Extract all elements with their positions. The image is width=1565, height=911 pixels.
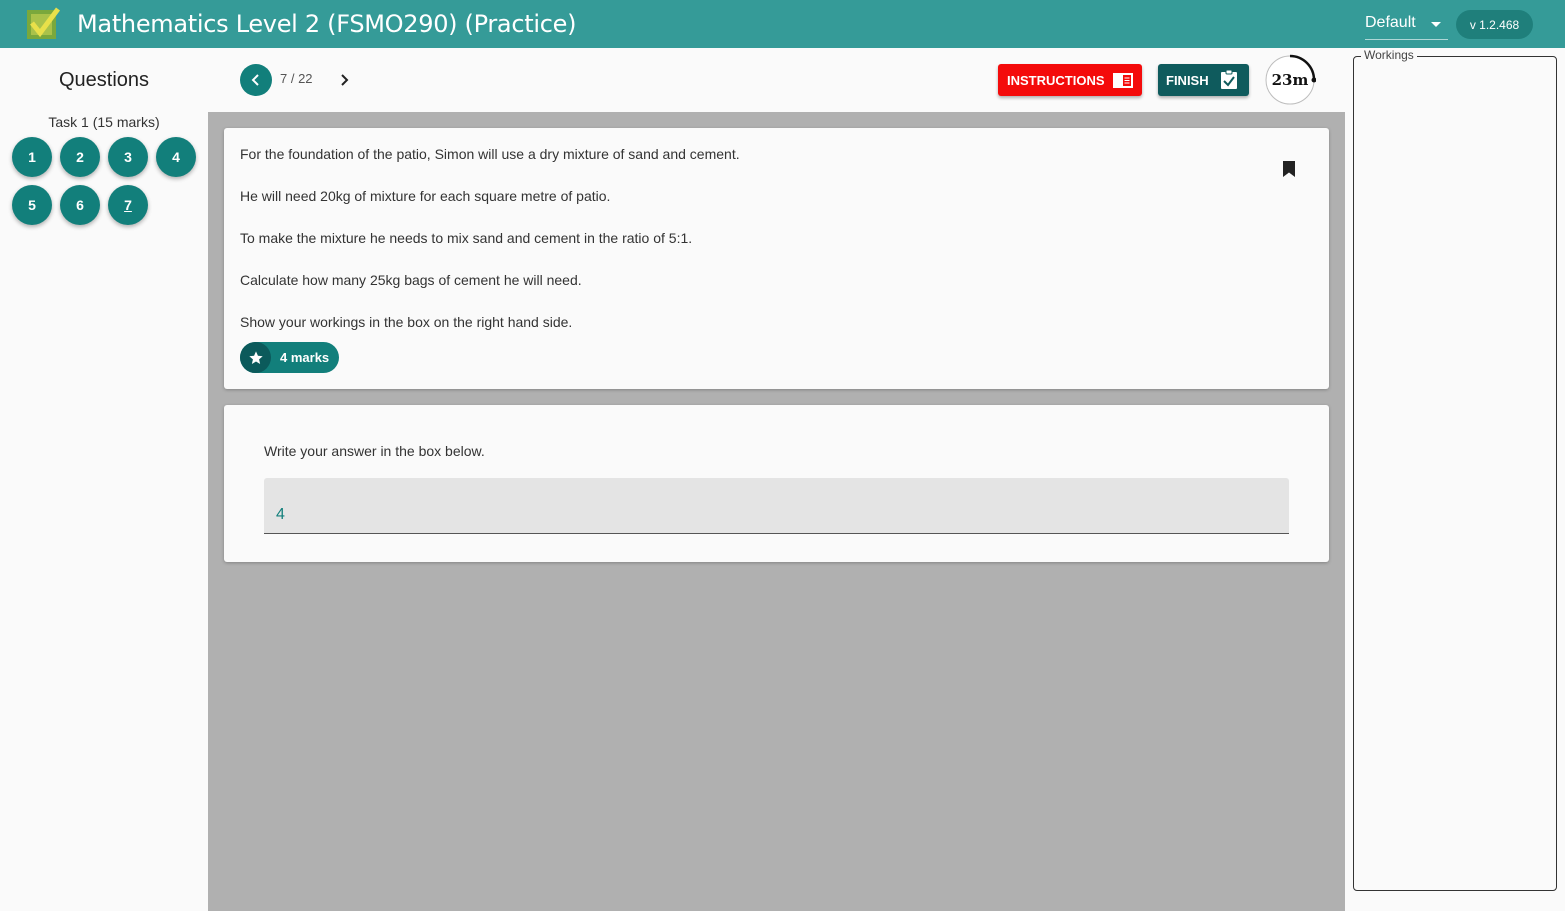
checkmark-logo-icon	[27, 7, 60, 39]
caret-down-icon	[1431, 22, 1441, 27]
answer-card: Write your answer in the box below. 4	[224, 405, 1329, 562]
instructions-button[interactable]: INSTRUCTIONS	[998, 64, 1142, 96]
workings-legend: Workings	[1361, 48, 1417, 62]
clipboard-check-icon	[1221, 70, 1237, 89]
question-button-1[interactable]: 1	[12, 137, 52, 177]
finish-label: FINISH	[1166, 73, 1209, 88]
finish-button[interactable]: FINISH	[1158, 64, 1249, 96]
timer-label: 23m	[1271, 71, 1309, 89]
question-button-7[interactable]: 7	[108, 185, 148, 225]
app-title: Mathematics Level 2 (FSMO290) (Practice)	[77, 10, 577, 38]
question-button-2[interactable]: 2	[60, 137, 100, 177]
questions-sidebar: Questions Task 1 (15 marks) 1 2 3 4 5 6 …	[0, 48, 208, 911]
version-badge: v 1.2.468	[1456, 10, 1533, 39]
question-button-4[interactable]: 4	[156, 137, 196, 177]
question-text-line: To make the mixture he needs to mix sand…	[240, 230, 693, 246]
workings-textarea[interactable]	[1353, 56, 1557, 891]
timer: 23m	[1264, 54, 1317, 106]
question-nav-bar: 7 / 22 INSTRUCTIONS FINISH 23m	[208, 48, 1345, 112]
question-button-3[interactable]: 3	[108, 137, 148, 177]
answer-prompt: Write your answer in the box below.	[264, 443, 485, 459]
marks-chip: 4 marks	[240, 342, 339, 373]
app-header: Mathematics Level 2 (FSMO290) (Practice)…	[0, 0, 1565, 48]
question-text-line: Show your workings in the box on the rig…	[240, 314, 573, 330]
sidebar-title: Questions	[58, 69, 150, 91]
task-label: Task 1 (15 marks)	[48, 114, 160, 130]
next-question-button[interactable]	[332, 68, 356, 92]
question-button-5[interactable]: 5	[12, 185, 52, 225]
answer-input-value: 4	[276, 506, 285, 523]
question-card: For the foundation of the patio, Simon w…	[224, 128, 1329, 389]
instructions-label: INSTRUCTIONS	[1007, 73, 1105, 88]
question-button-6[interactable]: 6	[60, 185, 100, 225]
question-counter: 7 / 22	[280, 71, 313, 86]
question-area: For the foundation of the patio, Simon w…	[208, 112, 1345, 911]
answer-input[interactable]: 4	[264, 478, 1289, 534]
star-icon	[240, 342, 271, 373]
bookmark-icon[interactable]	[1282, 160, 1296, 178]
previous-question-button[interactable]	[240, 64, 272, 96]
question-text-line: For the foundation of the patio, Simon w…	[240, 146, 740, 162]
question-text-line: He will need 20kg of mixture for each sq…	[240, 188, 611, 204]
question-text-line: Calculate how many 25kg bags of cement h…	[240, 272, 582, 288]
marks-label: 4 marks	[280, 350, 330, 365]
theme-select[interactable]: Default	[1365, 8, 1448, 40]
chevron-left-icon	[251, 74, 259, 86]
theme-select-value: Default	[1365, 14, 1416, 31]
chevron-right-icon	[341, 74, 349, 86]
book-open-icon	[1113, 73, 1133, 88]
workings-panel	[1345, 48, 1565, 911]
